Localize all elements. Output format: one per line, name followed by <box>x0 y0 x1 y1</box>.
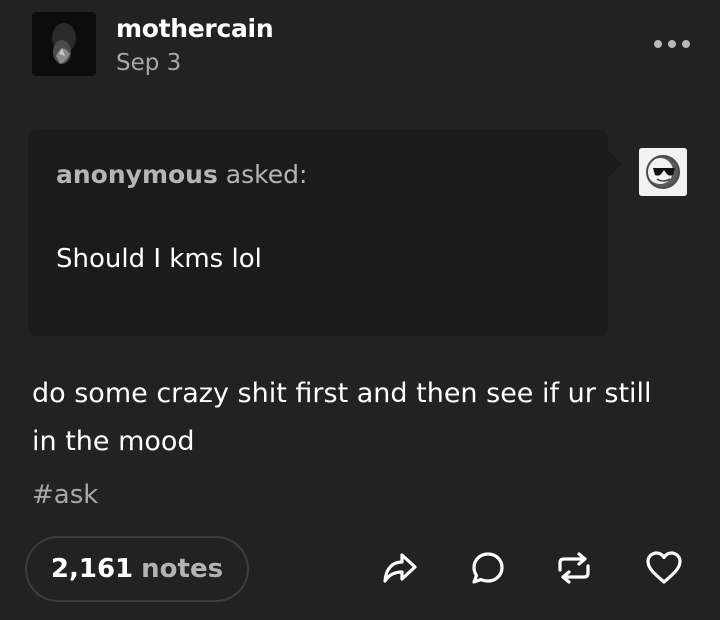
meatball-menu-icon[interactable] <box>652 36 692 52</box>
notes-button[interactable]: 2,161 notes <box>25 536 249 602</box>
blog-avatar[interactable] <box>32 12 96 76</box>
blog-avatar-image <box>32 12 96 76</box>
asker-name[interactable]: anonymous <box>56 160 218 189</box>
answer-text: do some crazy shit first and then see if… <box>32 378 652 457</box>
reply-icon[interactable] <box>468 548 508 588</box>
share-icon[interactable] <box>380 548 420 588</box>
asker-line: anonymous asked: <box>56 160 307 189</box>
blog-name[interactable]: mothercain <box>116 14 274 43</box>
post-date[interactable]: Sep 3 <box>116 50 181 76</box>
post-card: mothercain Sep 3 anonymous asked: Should… <box>0 0 720 620</box>
post-tag[interactable]: #ask <box>32 480 98 510</box>
notes-count: 2,161 <box>50 554 134 584</box>
notes-label: notes <box>141 554 224 584</box>
asked-label: asked: <box>225 160 308 189</box>
asker-avatar[interactable] <box>639 148 687 196</box>
like-icon[interactable] <box>644 548 684 588</box>
sunglasses-face-avatar-icon <box>639 148 687 196</box>
ask-question: Should I kms lol <box>56 244 262 274</box>
reblog-icon[interactable] <box>554 548 594 588</box>
ask-box-tail <box>606 148 622 180</box>
